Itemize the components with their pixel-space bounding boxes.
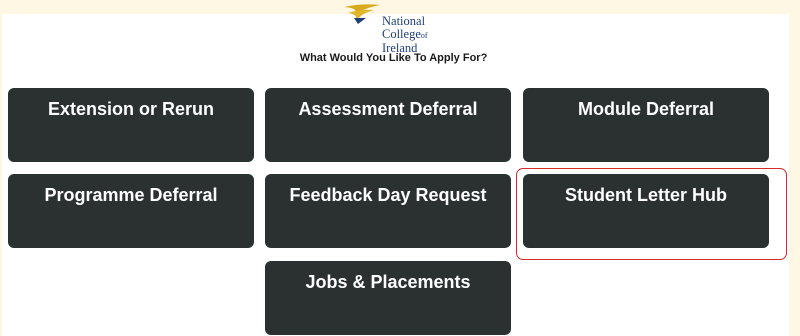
feedback-day-request-button[interactable]: Feedback Day Request xyxy=(265,174,511,248)
college-logo: National Collegeof Ireland xyxy=(342,3,442,59)
assessment-deferral-button[interactable]: Assessment Deferral xyxy=(265,88,511,162)
module-deferral-button[interactable]: Module Deferral xyxy=(523,88,769,162)
logo-wordmark: National Collegeof Ireland xyxy=(382,15,428,55)
logo-line-2: Collegeof xyxy=(382,27,428,41)
logo-swoosh-icon xyxy=(344,4,380,24)
jobs-and-placements-button[interactable]: Jobs & Placements xyxy=(265,261,511,335)
selection-highlight-outline xyxy=(516,168,787,260)
extension-or-rerun-button[interactable]: Extension or Rerun xyxy=(8,88,254,162)
programme-deferral-button[interactable]: Programme Deferral xyxy=(8,174,254,248)
page-subtitle: What Would You Like To Apply For? xyxy=(299,52,488,64)
